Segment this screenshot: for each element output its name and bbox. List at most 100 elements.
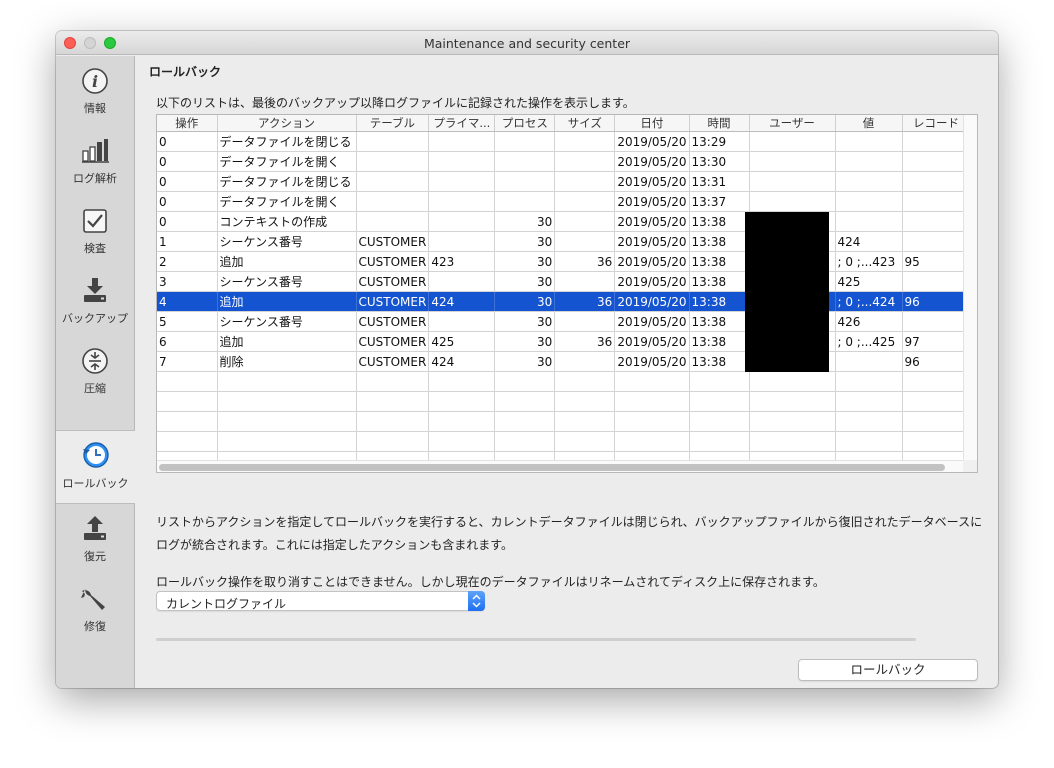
table-cell	[749, 411, 836, 432]
table-cell	[428, 151, 496, 172]
table-cell	[217, 371, 357, 392]
horizontal-scrollbar[interactable]	[157, 460, 965, 472]
table-cell	[749, 371, 836, 392]
table-row[interactable]: 6 追加 CUSTOMER 425 30 36 2019/05/20 13:38 ; 0 ;..…	[157, 331, 971, 352]
table-cell	[614, 431, 690, 452]
table-cell	[494, 151, 556, 172]
table-cell: 13:37	[689, 191, 750, 212]
table-cell	[356, 131, 430, 152]
restore-icon	[84, 516, 106, 540]
table-cell	[428, 171, 496, 192]
table-row[interactable]: 0 データファイルを閉じる 2019/05/20 13:29	[157, 131, 971, 152]
table-cell: 2019/05/20	[614, 151, 690, 172]
table-cell: 2019/05/20	[614, 271, 690, 292]
description-text: リストからアクションを指定してロールバックを実行すると、カレントデータファイルは…	[156, 515, 983, 552]
table-cell	[157, 391, 218, 412]
table-row[interactable]: 0 コンテキストの作成 30 2019/05/20 13:38	[157, 211, 971, 232]
table-cell	[689, 371, 750, 392]
table-row[interactable]: 0 データファイルを開く 2019/05/20 13:30	[157, 151, 971, 172]
horizontal-scroll-thumb[interactable]	[159, 464, 945, 471]
vertical-scrollbar[interactable]	[963, 115, 977, 472]
sidebar-item-label: 圧縮	[84, 382, 106, 395]
table-cell	[494, 131, 556, 152]
rollback-clock-icon	[82, 442, 109, 468]
column-header[interactable]: レコード	[902, 115, 971, 132]
table-cell: 97	[902, 331, 971, 352]
table-cell	[428, 311, 496, 332]
table-cell	[554, 391, 616, 412]
rollback-panel: ロールバック 以下のリストは、最後のバックアップ以降ログファイルに記録された操作…	[136, 56, 998, 688]
table-cell: データファイルを開く	[217, 191, 357, 212]
table-cell	[614, 371, 690, 392]
column-header[interactable]: プロセス	[494, 115, 556, 132]
table-cell: 13:38	[689, 331, 750, 352]
table-cell: 30	[494, 331, 556, 352]
table-cell: シーケンス番号	[217, 271, 357, 292]
table-cell: 2	[157, 251, 218, 272]
table-cell	[554, 151, 616, 172]
operations-table[interactable]: 操作 アクション テーブル プライマ... プロセス サイズ 日付 時間 ユーザー値レコード 0…	[156, 114, 978, 473]
column-header[interactable]: アクション	[217, 115, 357, 132]
table-cell: 13:38	[689, 211, 750, 232]
column-header[interactable]: 時間	[689, 115, 750, 132]
table-cell: 追加	[217, 291, 357, 312]
table-cell: 30	[494, 311, 556, 332]
sidebar-item-info[interactable]: i 情報	[56, 66, 134, 134]
rollback-button[interactable]: ロールバック	[798, 659, 978, 681]
table-cell: 2019/05/20	[614, 311, 690, 332]
sidebar-item-repair[interactable]: 修復	[56, 584, 134, 652]
table-cell: 5	[157, 311, 218, 332]
table-row[interactable]: 3 シーケンス番号 CUSTOMER 30 2019/05/20 13:38 425	[157, 271, 971, 292]
column-header[interactable]: プライマ...	[428, 115, 496, 132]
sidebar-item-compact[interactable]: 圧縮	[56, 346, 134, 414]
table-row[interactable]: 4 追加 CUSTOMER 424 30 36 2019/05/20 13:38 ; 0 ;..…	[157, 291, 971, 312]
sidebar-item-label: ロールバック	[62, 477, 129, 490]
table-row[interactable]: 0 データファイルを開く 2019/05/20 13:37	[157, 191, 971, 212]
table-cell	[902, 371, 971, 392]
sidebar-item-verify[interactable]: 検査	[56, 206, 134, 274]
table-cell	[689, 431, 750, 452]
table-cell: 13:38	[689, 251, 750, 272]
column-header[interactable]: 日付	[614, 115, 690, 132]
sidebar: i 情報 ログ解析 検査 バックアップ 圧縮 ロールバック 復元 修復	[56, 56, 135, 688]
table-cell: 13:38	[689, 231, 750, 252]
empty-table-row	[157, 371, 971, 392]
table-cell	[554, 431, 616, 452]
table-cell	[749, 391, 836, 412]
table-cell: 13:38	[689, 291, 750, 312]
table-row[interactable]: 5 シーケンス番号 CUSTOMER 30 2019/05/20 13:38 426	[157, 311, 971, 332]
sidebar-item-restore[interactable]: 復元	[56, 514, 134, 582]
table-cell	[217, 411, 357, 432]
table-row[interactable]: 1 シーケンス番号 CUSTOMER 30 2019/05/20 13:38 424	[157, 231, 971, 252]
table-cell	[835, 371, 903, 392]
empty-table-row	[157, 431, 971, 452]
column-header[interactable]: サイズ	[554, 115, 616, 132]
table-cell	[554, 411, 616, 432]
log-file-select[interactable]: カレントログファイル	[156, 591, 485, 611]
table-cell	[835, 351, 903, 372]
table-row[interactable]: 7 削除 CUSTOMER 424 30 2019/05/20 13:38 96	[157, 351, 971, 372]
column-header[interactable]: 操作	[157, 115, 218, 132]
sidebar-item-backup[interactable]: バックアップ	[56, 276, 134, 344]
table-cell	[614, 391, 690, 412]
table-cell: 追加	[217, 331, 357, 352]
app-window: Maintenance and security center i 情報 ログ解…	[56, 31, 998, 688]
table-cell	[428, 231, 496, 252]
table-cell: 0	[157, 191, 218, 212]
column-header[interactable]: テーブル	[356, 115, 430, 132]
column-header[interactable]: 値	[835, 115, 903, 132]
table-cell: 30	[494, 231, 556, 252]
table-cell: 13:29	[689, 131, 750, 152]
table-cell	[902, 171, 971, 192]
table-cell: 425	[428, 331, 496, 352]
table-row[interactable]: 0 データファイルを閉じる 2019/05/20 13:31	[157, 171, 971, 192]
table-cell	[749, 431, 836, 452]
table-cell: 13:38	[689, 351, 750, 372]
table-cell: 36	[554, 251, 616, 272]
table-row[interactable]: 2 追加 CUSTOMER 423 30 36 2019/05/20 13:38 ; 0 ;..…	[157, 251, 971, 272]
sidebar-item-rollback[interactable]: ロールバック	[56, 430, 135, 504]
section-title: ロールバック	[149, 65, 222, 79]
column-header[interactable]: ユーザー	[749, 115, 836, 132]
sidebar-item-log-analysis[interactable]: ログ解析	[56, 136, 134, 204]
table-cell: 2019/05/20	[614, 251, 690, 272]
